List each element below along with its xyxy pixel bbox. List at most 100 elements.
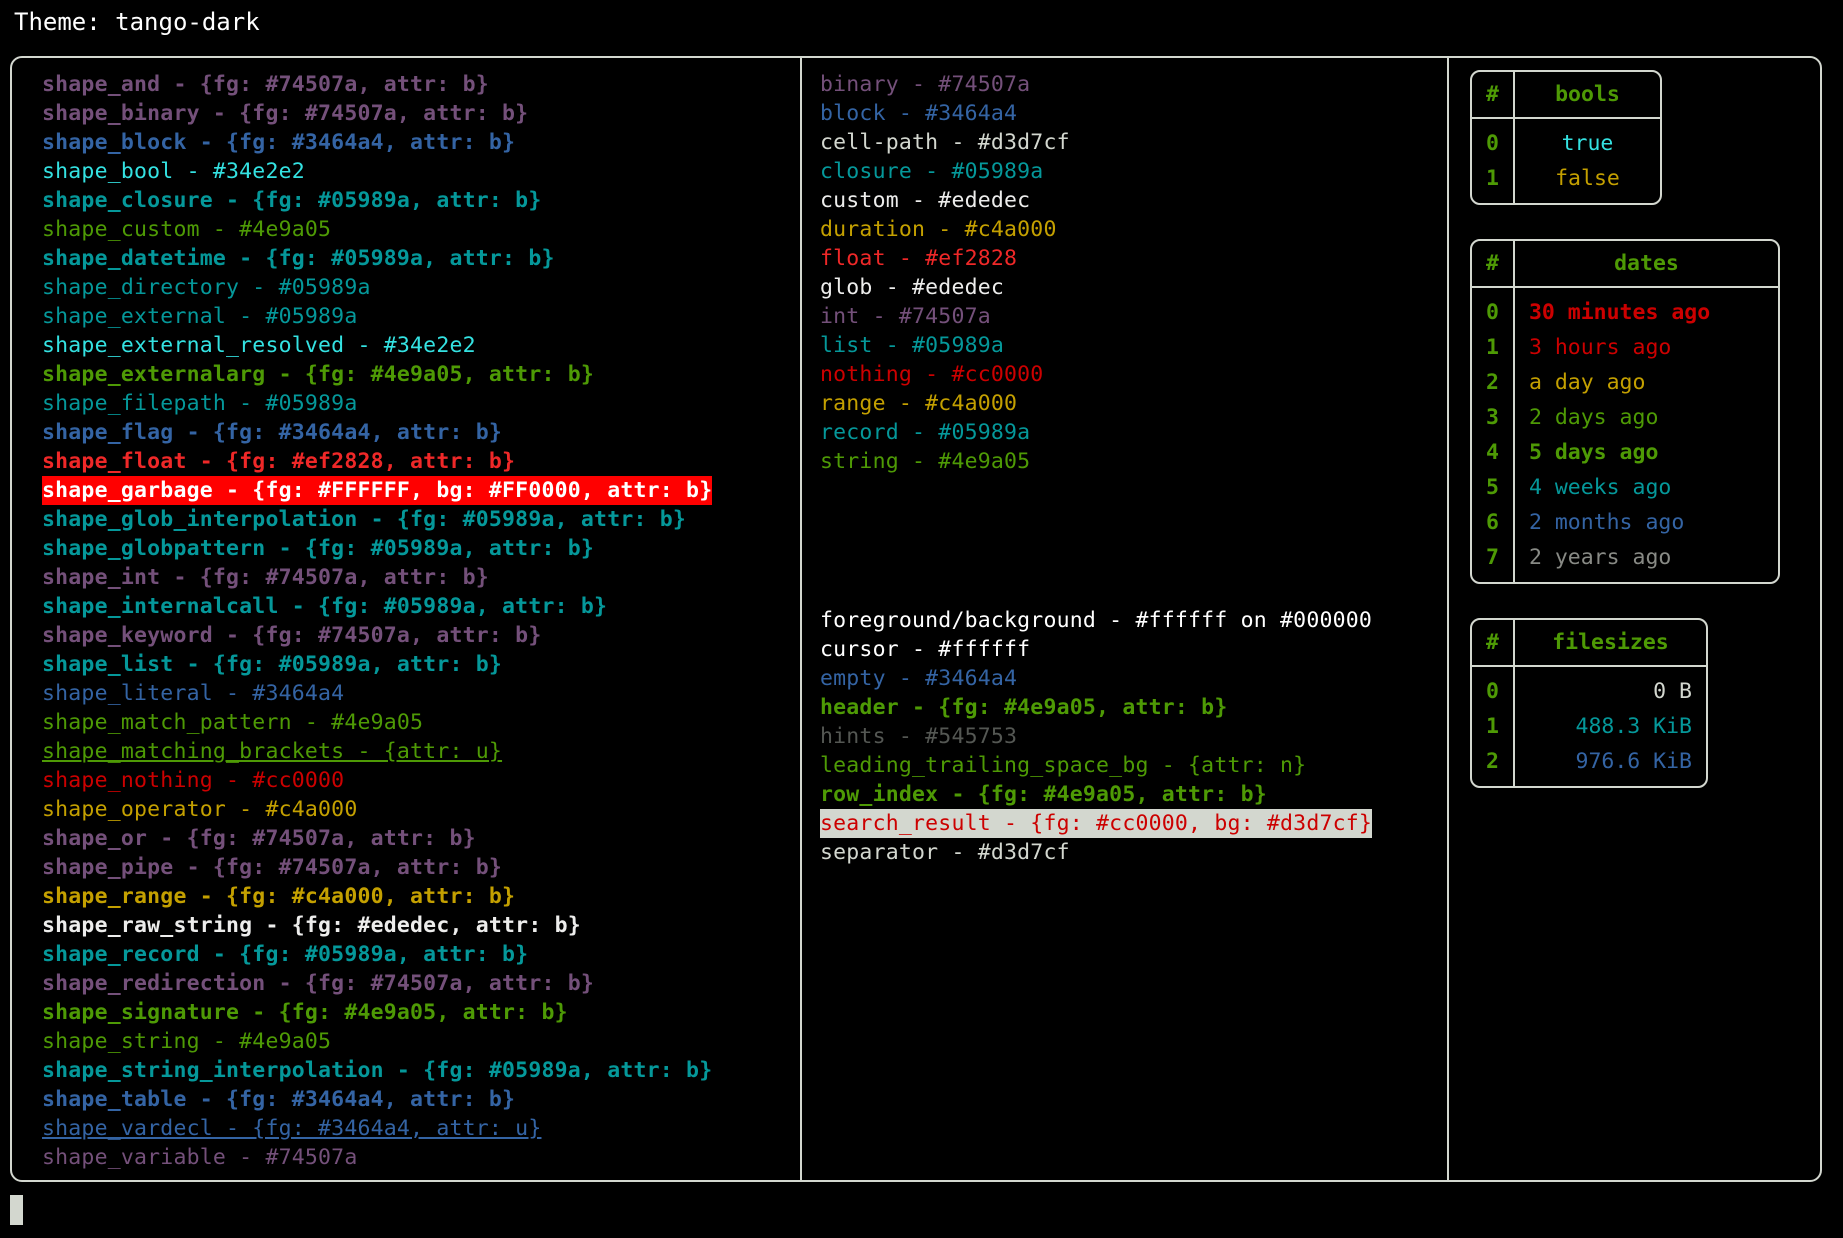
- shape-entry-row: shape_operator - #c4a000: [42, 795, 802, 824]
- shape-entry-row: shape_literal - #3464a4: [42, 679, 802, 708]
- row-index-cell: 7: [1472, 540, 1515, 582]
- shape-entry-line: shape_string - #4e9a05: [42, 1029, 332, 1054]
- shape-entry-line: shape_vardecl - {fg: #3464a4, attr: u}: [42, 1116, 542, 1141]
- shape-entry-row: shape_vardecl - {fg: #3464a4, attr: u}: [42, 1114, 802, 1143]
- shape-entry-row: shape_nothing - #cc0000: [42, 766, 802, 795]
- row-index-cell: 6: [1472, 505, 1515, 540]
- shape-entry-row: shape_filepath - #05989a: [42, 389, 802, 418]
- ui-entry-line: foreground/background - #ffffff on #0000…: [820, 608, 1373, 633]
- shape-entry-row: shape_closure - {fg: #05989a, attr: b}: [42, 186, 802, 215]
- shape-entry-line: shape_or - {fg: #74507a, attr: b}: [42, 826, 476, 851]
- type-entry-row: int - #74507a: [820, 302, 1440, 331]
- types-list: binary - #74507a block - #3464a4 cell-path…: [820, 70, 1440, 476]
- table-row: 4 5 days ago: [1472, 435, 1778, 470]
- ui-elements-list: foreground/background - #ffffff on #0000…: [820, 606, 1440, 867]
- row-value-cell: 2 months ago: [1528, 510, 1685, 535]
- table-row: 1 3 hours ago: [1472, 330, 1778, 365]
- row-index-cell: 0: [1472, 667, 1515, 709]
- type-entry-line: binary - #74507a: [820, 72, 1031, 97]
- shape-entry-row: shape_block - {fg: #3464a4, attr: b}: [42, 128, 802, 157]
- table-row: 5 4 weeks ago: [1472, 470, 1778, 505]
- row-index-cell: 0: [1472, 119, 1515, 161]
- type-entry-row: record - #05989a: [820, 418, 1440, 447]
- bools-table: # bools 0 true 1 false: [1470, 70, 1662, 205]
- shape-entry-row: shape_range - {fg: #c4a000, attr: b}: [42, 882, 802, 911]
- type-entry-line: glob - #ededec: [820, 275, 1005, 300]
- shape-entry-line: shape_variable - #74507a: [42, 1145, 358, 1170]
- row-value-cell: true: [1561, 131, 1614, 156]
- ui-entry-line: row_index - {fg: #4e9a05, attr: b}: [820, 782, 1267, 807]
- row-index-cell: 2: [1472, 365, 1515, 400]
- shape-entry-row: shape_table - {fg: #3464a4, attr: b}: [42, 1085, 802, 1114]
- shape-entry-line: shape_binary - {fg: #74507a, attr: b}: [42, 101, 529, 126]
- shape-entry-row: shape_garbage - {fg: #FFFFFF, bg: #FF000…: [42, 476, 802, 505]
- column-separator-2: [1447, 56, 1449, 1182]
- shape-entry-row: shape_or - {fg: #74507a, attr: b}: [42, 824, 802, 853]
- shape-entry-line: shape_operator - #c4a000: [42, 797, 358, 822]
- type-entry-line: closure - #05989a: [820, 159, 1044, 184]
- row-value-cell: 2 years ago: [1528, 545, 1672, 570]
- shape-entry-row: shape_list - {fg: #05989a, attr: b}: [42, 650, 802, 679]
- shape-entry-row: shape_redirection - {fg: #74507a, attr: …: [42, 969, 802, 998]
- type-entry-line: cell-path - #d3d7cf: [820, 130, 1070, 155]
- type-entry-row: glob - #ededec: [820, 273, 1440, 302]
- type-entry-row: cell-path - #d3d7cf: [820, 128, 1440, 157]
- column-spacer: [820, 476, 1440, 606]
- row-index-cell: 1: [1472, 330, 1515, 365]
- shape-entry-line: shape_directory - #05989a: [42, 275, 371, 300]
- shape-entry-line: shape_glob_interpolation - {fg: #05989a,…: [42, 507, 687, 532]
- row-index-cell: 1: [1472, 709, 1515, 744]
- shape-entry-line: shape_globpattern - {fg: #05989a, attr: …: [42, 536, 595, 561]
- shape-entry-row: shape_string_interpolation - {fg: #05989…: [42, 1056, 802, 1085]
- ui-entry-line: empty - #3464a4: [820, 666, 1018, 691]
- shape-entry-row: shape_record - {fg: #05989a, attr: b}: [42, 940, 802, 969]
- type-entry-row: list - #05989a: [820, 331, 1440, 360]
- table-row: 7 2 years ago: [1472, 540, 1778, 582]
- value-header: filesizes: [1514, 620, 1706, 667]
- type-entry-line: block - #3464a4: [820, 101, 1018, 126]
- shape-entry-line: shape_keyword - {fg: #74507a, attr: b}: [42, 623, 542, 648]
- shape-entry-line: shape_internalcall - {fg: #05989a, attr:…: [42, 594, 608, 619]
- row-index-cell: 0: [1472, 288, 1515, 330]
- table-header-row: # dates: [1472, 241, 1778, 288]
- shape-entry-line: shape_external_resolved - #34e2e2: [42, 333, 476, 358]
- tables-column: # bools 0 true 1 false # dates 0 30 minutes ago 1 3…: [1470, 70, 1800, 822]
- ui-entry-line: header - {fg: #4e9a05, attr: b}: [820, 695, 1228, 720]
- shape-entry-line: shape_nothing - #cc0000: [42, 768, 345, 793]
- ui-entry-row: header - {fg: #4e9a05, attr: b}: [820, 693, 1440, 722]
- types-column: binary - #74507a block - #3464a4 cell-path…: [820, 70, 1440, 867]
- shape-entry-row: shape_matching_brackets - {attr: u}: [42, 737, 802, 766]
- ui-entry-row: separator - #d3d7cf: [820, 838, 1440, 867]
- type-entry-row: range - #c4a000: [820, 389, 1440, 418]
- shape-entry-line: shape_table - {fg: #3464a4, attr: b}: [42, 1087, 516, 1112]
- row-value-cell: 30 minutes ago: [1528, 300, 1711, 325]
- ui-entry-row: search_result - {fg: #cc0000, bg: #d3d7c…: [820, 809, 1440, 838]
- shape-entry-row: shape_datetime - {fg: #05989a, attr: b}: [42, 244, 802, 273]
- row-index-cell: 4: [1472, 435, 1515, 470]
- terminal-cursor: [10, 1195, 23, 1225]
- row-value-cell: 4 weeks ago: [1528, 475, 1672, 500]
- row-index-cell: 3: [1472, 400, 1515, 435]
- shape-entry-line: shape_signature - {fg: #4e9a05, attr: b}: [42, 1000, 568, 1025]
- shape-entry-row: shape_external - #05989a: [42, 302, 802, 331]
- row-value-cell: a day ago: [1528, 370, 1646, 395]
- shape-entry-line: shape_garbage - {fg: #FFFFFF, bg: #FF000…: [42, 476, 713, 505]
- table-row: 2 a day ago: [1472, 365, 1778, 400]
- shape-entry-line: shape_string_interpolation - {fg: #05989…: [42, 1058, 713, 1083]
- shape-entry-line: shape_raw_string - {fg: #ededec, attr: b…: [42, 913, 581, 938]
- ui-entry-row: empty - #3464a4: [820, 664, 1440, 693]
- type-entry-row: binary - #74507a: [820, 70, 1440, 99]
- shape-entry-line: shape_custom - #4e9a05: [42, 217, 332, 242]
- shape-entry-row: shape_custom - #4e9a05: [42, 215, 802, 244]
- shape-entry-row: shape_binary - {fg: #74507a, attr: b}: [42, 99, 802, 128]
- table-row: 1 false: [1472, 161, 1660, 203]
- type-entry-line: string - #4e9a05: [820, 449, 1031, 474]
- type-entry-line: duration - #c4a000: [820, 217, 1057, 242]
- type-entry-line: nothing - #cc0000: [820, 362, 1044, 387]
- shape-entry-line: shape_match_pattern - #4e9a05: [42, 710, 424, 735]
- row-value-cell: 976.6 KiB: [1575, 749, 1693, 774]
- shape-entry-line: shape_datetime - {fg: #05989a, attr: b}: [42, 246, 555, 271]
- ui-entry-line: leading_trailing_space_bg - {attr: n}: [820, 753, 1307, 778]
- type-entry-row: closure - #05989a: [820, 157, 1440, 186]
- shape-entry-row: shape_int - {fg: #74507a, attr: b}: [42, 563, 802, 592]
